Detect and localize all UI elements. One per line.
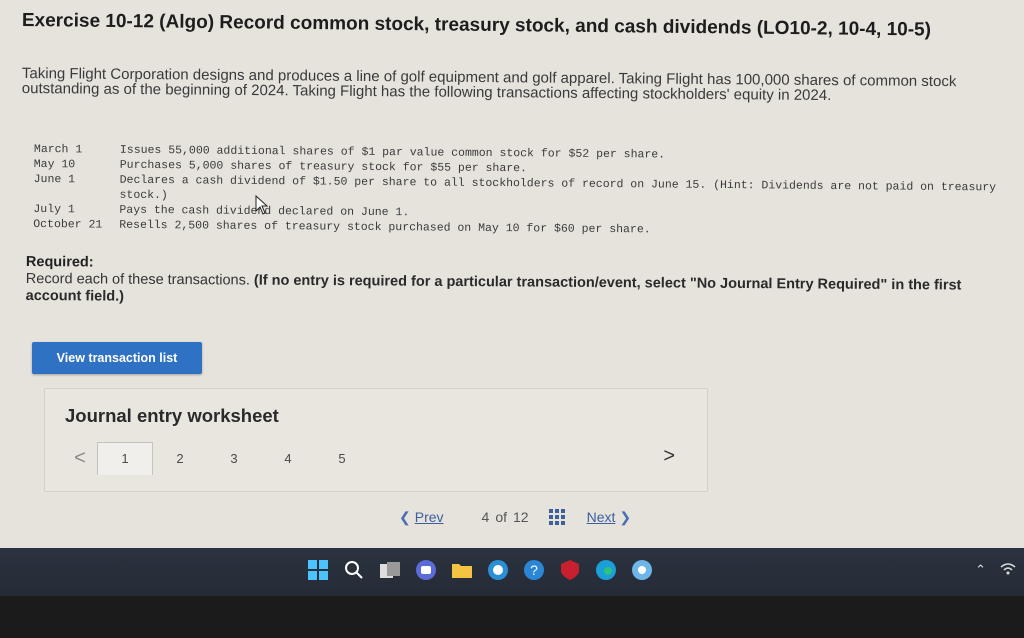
wifi-icon[interactable] [1000, 562, 1016, 579]
windows-taskbar: ? ⌃ [0, 548, 1024, 596]
file-explorer-icon[interactable] [378, 558, 402, 582]
mouse-cursor-icon [255, 195, 269, 215]
question-pager: ❮ Prev 4 of 12 Next ❯ [395, 506, 695, 528]
tray-chevron-icon[interactable]: ⌃ [975, 562, 986, 579]
required-text: Record each of these transactions. [25, 270, 250, 289]
folder-icon[interactable] [450, 558, 474, 582]
transaction-list: March 1 Issues 55,000 additional shares … [33, 142, 1004, 240]
app-icon[interactable] [630, 558, 654, 582]
svg-text:?: ? [530, 562, 538, 578]
view-transaction-list-button[interactable]: View transaction list [32, 342, 202, 374]
transaction-date: July 1 [33, 202, 75, 217]
worksheet-title: Journal entry worksheet [65, 405, 279, 426]
worksheet-tabs: < 1 2 3 4 5 > [63, 441, 703, 475]
pager-position: 4 [481, 509, 490, 525]
mcafee-icon[interactable] [558, 558, 582, 582]
photos-icon[interactable] [486, 558, 510, 582]
prev-link[interactable]: Prev [415, 509, 444, 525]
next-chevron-icon[interactable]: ❯ [619, 509, 631, 526]
assignment-page: Exercise 10-12 (Algo) Record common stoc… [0, 0, 1024, 548]
intro-paragraph: Taking Flight Corporation designs and pr… [21, 65, 957, 105]
transaction-date: May 10 [33, 157, 76, 172]
pager-total: 12 [513, 509, 529, 525]
worksheet-tab-1[interactable]: 1 [97, 441, 153, 475]
help-icon[interactable]: ? [522, 558, 546, 582]
taskbar-icons: ? [306, 558, 654, 582]
windows-icon[interactable] [306, 558, 330, 582]
transaction-date: March 1 [33, 142, 83, 157]
transaction-date: June 1 [33, 172, 76, 187]
exercise-title: Exercise 10-12 (Algo) Record common stoc… [21, 10, 932, 41]
search-icon[interactable] [342, 558, 366, 582]
question-grid-icon[interactable] [548, 509, 565, 525]
worksheet-tab-5[interactable]: 5 [315, 442, 369, 474]
transaction-date: October 21 [33, 217, 103, 232]
edge-icon[interactable] [594, 558, 618, 582]
worksheet-tab-3[interactable]: 3 [207, 442, 261, 474]
required-text-block: Record each of these transactions. (If n… [26, 271, 986, 312]
worksheet-tab-2[interactable]: 2 [153, 442, 207, 474]
journal-entry-worksheet: Journal entry worksheet < 1 2 3 4 5 > [44, 388, 708, 492]
worksheet-next-arrow-icon[interactable]: > [663, 445, 675, 468]
worksheet-tab-4[interactable]: 4 [261, 442, 315, 474]
pager-of: of [495, 509, 508, 525]
prev-chevron-icon[interactable]: ❮ [399, 509, 411, 526]
system-tray: ⌃ [975, 562, 1016, 579]
next-link[interactable]: Next [587, 509, 616, 525]
worksheet-prev-arrow-icon[interactable]: < [63, 447, 97, 470]
chat-icon[interactable] [414, 558, 438, 582]
required-section: Required: Record each of these transacti… [26, 254, 986, 312]
